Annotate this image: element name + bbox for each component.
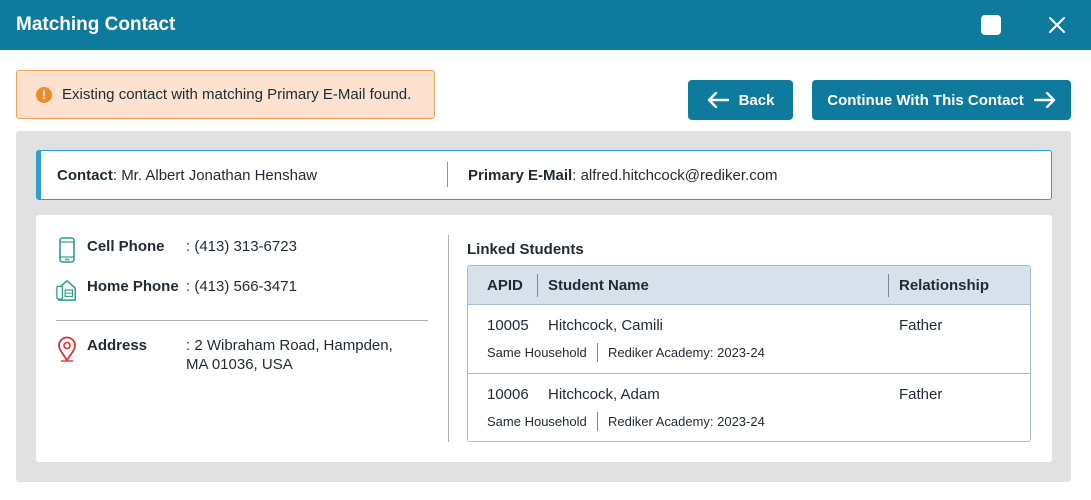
household-text: Same Household — [487, 345, 587, 360]
square-icon — [981, 15, 1001, 35]
back-button[interactable]: Back — [688, 80, 793, 120]
student-name-cell: Hitchcock, Camili — [548, 317, 664, 334]
home-phone-field: Home Phone : (413) 566-3471 — [56, 277, 297, 303]
arrow-right-icon — [1033, 92, 1056, 108]
column-header-relationship[interactable]: Relationship — [899, 277, 989, 294]
home-phone-label: Home Phone — [87, 278, 179, 295]
relationship-cell: Father — [899, 317, 943, 334]
continue-with-contact-button[interactable]: Continue With This Contact — [812, 80, 1071, 120]
email-label: Primary E-Mail — [468, 167, 573, 184]
location-pin-icon — [56, 336, 78, 362]
close-icon — [1049, 17, 1065, 33]
mobile-phone-icon — [56, 237, 78, 263]
apid-cell: 10005 — [487, 317, 529, 334]
arrow-left-icon — [707, 92, 729, 108]
contact-details-card: Cell Phone : (413) 313-6723 Home Phone :… — [36, 215, 1052, 462]
column-header-student-name[interactable]: Student Name — [548, 277, 649, 294]
email-value: alfred.hitchcock@rediker.com — [580, 167, 778, 184]
apid-cell: 10006 — [487, 386, 529, 403]
summary-divider — [447, 162, 448, 187]
linked-students-section: Linked Students APID Student Name Relati… — [467, 241, 1031, 442]
sub-separator — [597, 343, 598, 362]
sub-separator — [597, 412, 598, 431]
home-phone-icon — [56, 277, 78, 303]
household-text: Same Household — [487, 414, 587, 429]
student-name-cell: Hitchcock, Adam — [548, 386, 660, 403]
school-year-text: Rediker Academy: 2023-24 — [608, 414, 765, 429]
relationship-cell: Father — [899, 386, 943, 403]
table-header: APID Student Name Relationship — [468, 266, 1030, 305]
window-title: Matching Contact — [16, 14, 176, 35]
warning-icon: ! — [36, 86, 52, 103]
back-label: Back — [738, 91, 775, 109]
linked-students-title: Linked Students — [467, 241, 584, 258]
home-phone-value: : (413) 566-3471 — [186, 278, 297, 295]
address-field: Address : 2 Wibraham Road, Hampden, MA 0… — [56, 336, 416, 374]
column-divider — [448, 235, 449, 442]
title-bar: Matching Contact — [0, 0, 1091, 50]
linked-students-table: APID Student Name Relationship 10005 Hit… — [467, 265, 1031, 442]
address-value: : 2 Wibraham Road, Hampden, MA 01036, US… — [186, 337, 393, 373]
contact-summary-bar: Contact: Mr. Albert Jonathan Henshaw Pri… — [36, 150, 1052, 200]
column-header-apid[interactable]: APID — [487, 277, 523, 294]
info-divider — [56, 320, 428, 321]
address-label: Address — [87, 337, 148, 354]
contact-value: Mr. Albert Jonathan Henshaw — [121, 167, 318, 184]
maximize-button[interactable] — [980, 14, 1002, 36]
table-row[interactable]: 10005 Hitchcock, Camili Father Same Hous… — [468, 305, 1030, 373]
column-separator — [537, 274, 538, 297]
cell-phone-value: : (413) 313-6723 — [186, 238, 297, 255]
cell-phone-field: Cell Phone : (413) 313-6723 — [56, 237, 297, 263]
contact-info-column: Cell Phone : (413) 313-6723 Home Phone :… — [36, 215, 448, 462]
cell-phone-label: Cell Phone — [87, 238, 165, 255]
primary-email: Primary E-Mail: alfred.hitchcock@rediker… — [468, 167, 778, 184]
contact-panel: Contact: Mr. Albert Jonathan Henshaw Pri… — [16, 131, 1071, 482]
continue-label: Continue With This Contact — [827, 91, 1024, 109]
table-row[interactable]: 10006 Hitchcock, Adam Father Same Househ… — [468, 373, 1030, 441]
contact-label: Contact — [57, 167, 113, 184]
close-button[interactable] — [1046, 14, 1068, 36]
alert-message: Existing contact with matching Primary E… — [62, 86, 412, 103]
school-year-text: Rediker Academy: 2023-24 — [608, 345, 765, 360]
column-separator — [888, 274, 889, 297]
matching-contact-alert: ! Existing contact with matching Primary… — [16, 70, 435, 119]
contact-name: Contact: Mr. Albert Jonathan Henshaw — [57, 167, 318, 184]
